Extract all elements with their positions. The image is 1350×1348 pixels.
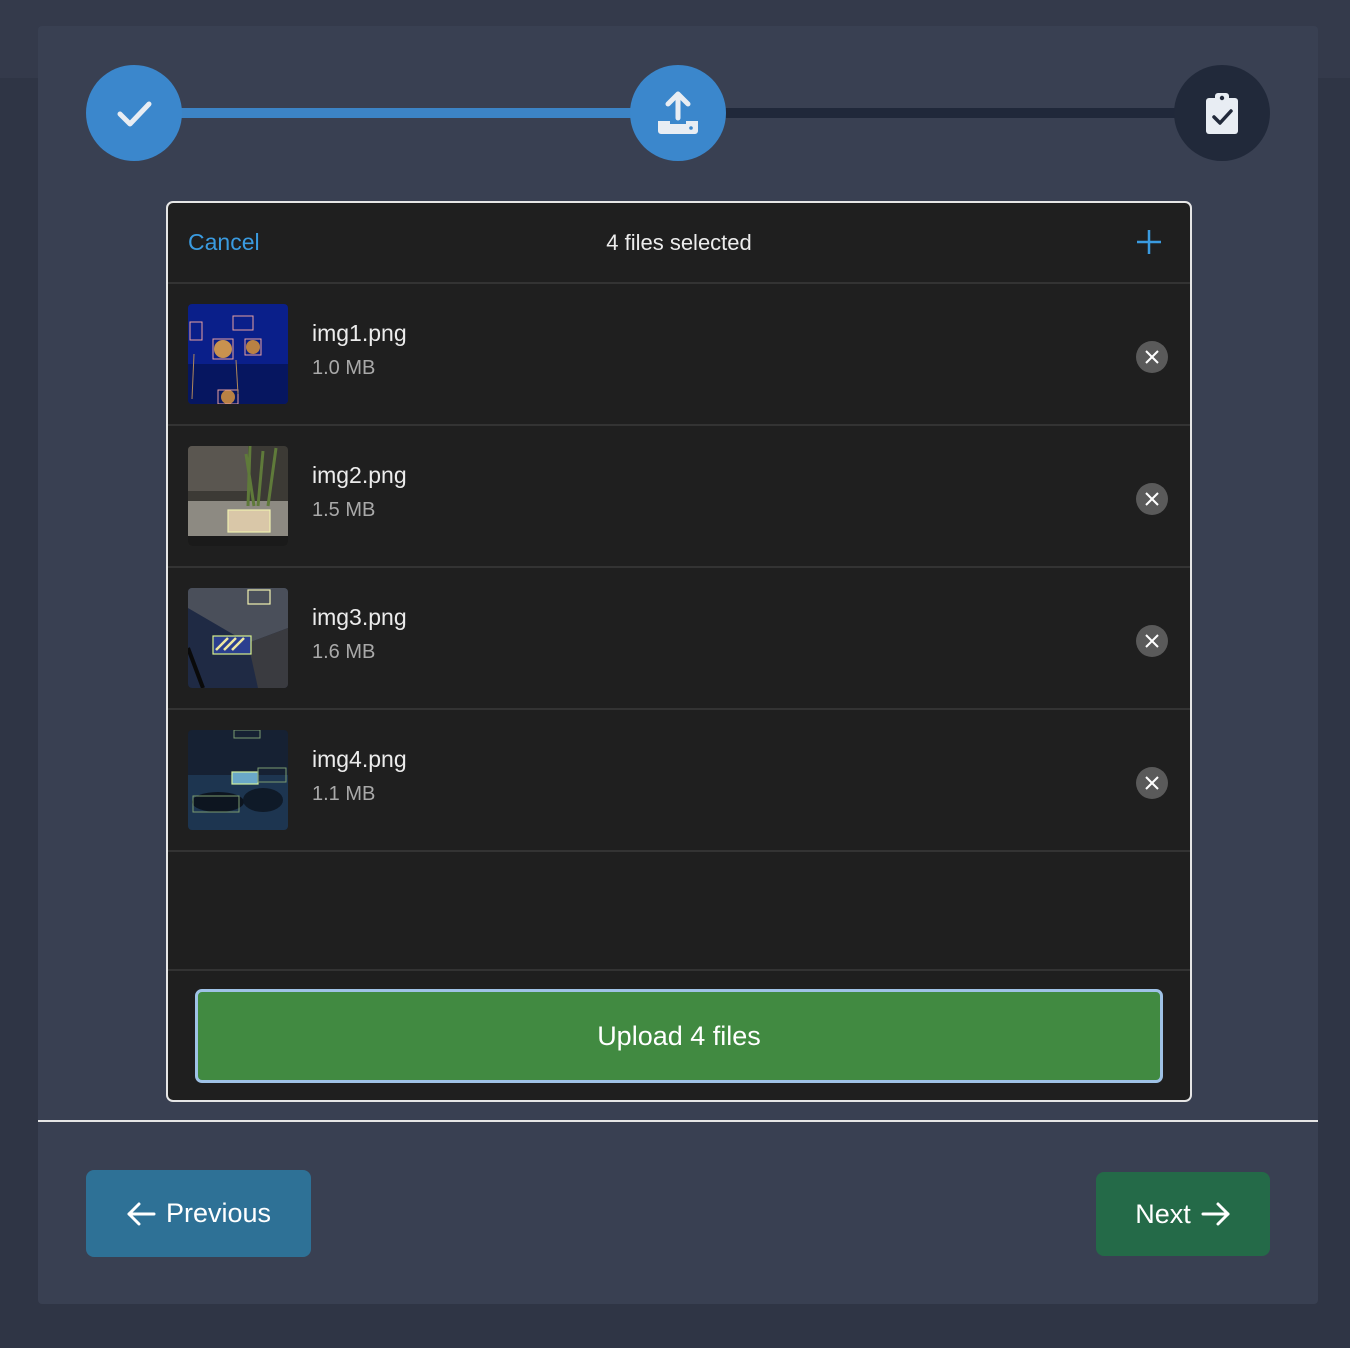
next-button[interactable]: Next <box>1096 1172 1270 1256</box>
arrow-left-icon <box>127 1202 156 1225</box>
file-name: img4.png <box>312 746 407 772</box>
upload-icon <box>658 91 698 134</box>
uploader-header: Cancel 4 files selected <box>168 203 1190 284</box>
stepper <box>38 26 1318 206</box>
arrow-right-icon <box>1201 1202 1230 1226</box>
file-list: img1.png 1.0 MB img2.png 1.5 MB img3.png… <box>168 284 1190 852</box>
upload-files-button[interactable]: Upload 4 files <box>195 989 1163 1083</box>
file-size: 1.0 MB <box>312 357 376 379</box>
close-icon <box>1145 350 1159 364</box>
wizard-card: Cancel 4 files selected img1.png 1.0 MB … <box>38 26 1318 1304</box>
file-thumbnail <box>188 304 288 404</box>
close-icon <box>1145 776 1159 790</box>
file-item: img4.png 1.1 MB <box>168 710 1190 852</box>
file-thumbnail <box>188 446 288 546</box>
file-size: 1.1 MB <box>312 783 376 805</box>
step-2-upload[interactable] <box>630 65 726 161</box>
remove-file-button[interactable] <box>1136 625 1168 657</box>
previous-button-label: Previous <box>165 1198 272 1228</box>
previous-button[interactable]: Previous <box>86 1170 311 1257</box>
file-thumbnail <box>188 588 288 688</box>
add-files-button[interactable] <box>1134 227 1164 257</box>
remove-file-button[interactable] <box>1136 483 1168 515</box>
remove-file-button[interactable] <box>1136 767 1168 799</box>
clipboard-check-icon <box>1206 93 1238 134</box>
plus-icon <box>1137 230 1161 254</box>
file-name: img1.png <box>312 320 407 346</box>
file-item: img2.png 1.5 MB <box>168 426 1190 568</box>
file-item: img1.png 1.0 MB <box>168 284 1190 426</box>
check-icon <box>117 101 152 127</box>
step-connector-completed <box>178 108 638 118</box>
step-1-completed[interactable] <box>86 65 182 161</box>
file-item: img3.png 1.6 MB <box>168 568 1190 710</box>
file-thumbnail <box>188 730 288 830</box>
footer-divider <box>38 1120 1318 1122</box>
uploader-footer: Upload 4 files <box>168 969 1190 1100</box>
close-icon <box>1145 492 1159 506</box>
next-button-label: Next <box>1135 1198 1191 1229</box>
selected-files-title: 4 files selected <box>606 230 752 255</box>
file-uploader: Cancel 4 files selected img1.png 1.0 MB … <box>166 201 1192 1102</box>
step-connector-pending <box>718 108 1178 118</box>
step-3-review[interactable] <box>1174 65 1270 161</box>
file-name: img2.png <box>312 462 407 488</box>
file-name: img3.png <box>312 604 407 630</box>
remove-file-button[interactable] <box>1136 341 1168 373</box>
close-icon <box>1145 634 1159 648</box>
file-size: 1.6 MB <box>312 641 376 663</box>
file-size: 1.5 MB <box>312 499 376 521</box>
